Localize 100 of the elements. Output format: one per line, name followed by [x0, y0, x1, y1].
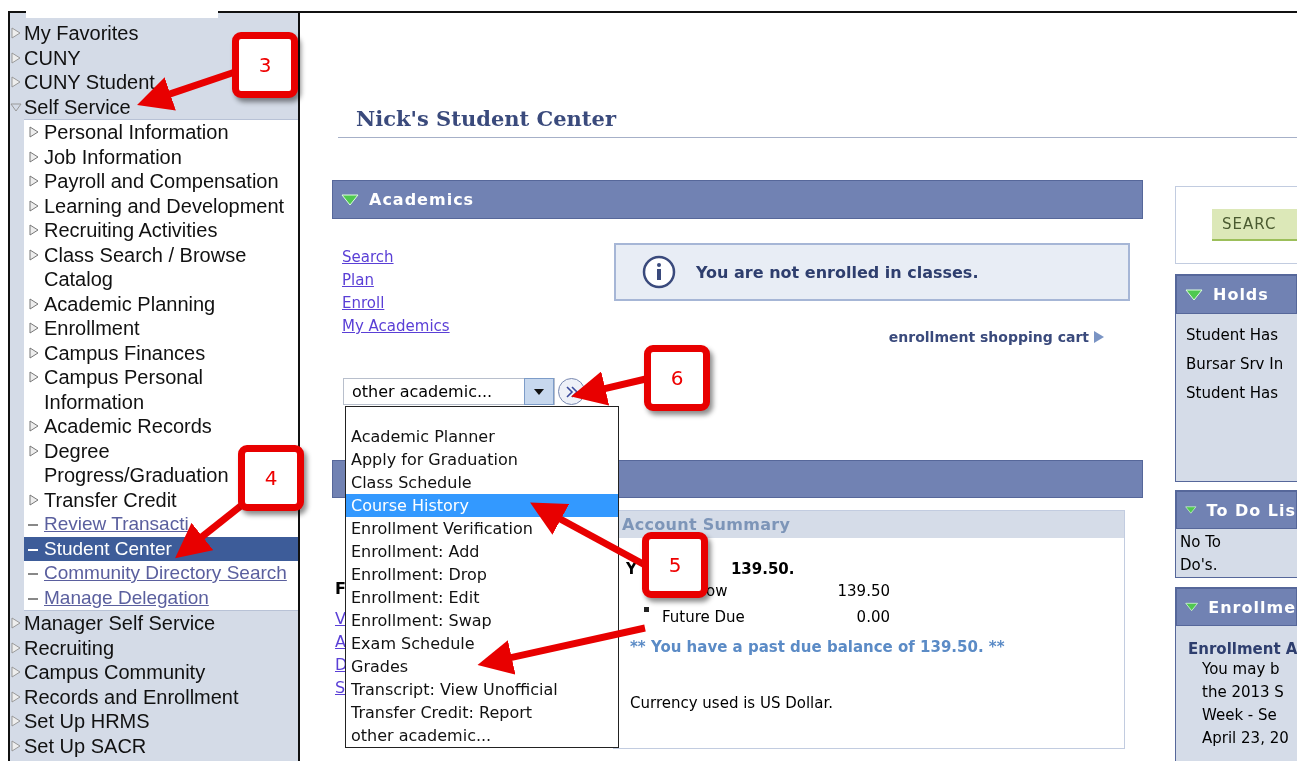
collapse-icon: [1185, 504, 1197, 516]
notice-text: You are not enrolled in classes.: [696, 262, 979, 282]
menu-folder[interactable]: Self Service: [10, 94, 131, 119]
expand-icon: [10, 617, 22, 630]
hold-item[interactable]: Bursar Srv In: [1176, 350, 1297, 379]
menu-folder[interactable]: Set Up HRMS: [10, 709, 150, 734]
nav-link[interactable]: Enroll: [342, 292, 450, 315]
expand-icon: [28, 297, 40, 310]
expand-icon: [28, 420, 40, 432]
dash-icon: [28, 548, 38, 551]
menu-folder[interactable]: Recruiting Activities: [24, 218, 218, 243]
hold-item[interactable]: Student Has: [1176, 321, 1297, 350]
menu-folder[interactable]: Personal Information: [24, 120, 229, 145]
enrollment-text: the 2013 S: [1201, 682, 1285, 703]
expand-icon: [28, 199, 40, 212]
finance-link[interactable]: V: [335, 609, 346, 628]
dash-icon: [28, 524, 38, 526]
expand-icon: [28, 346, 40, 359]
expand-icon: [10, 739, 22, 752]
section-title: Academics: [369, 190, 475, 209]
menu-folder[interactable]: Campus Community: [10, 660, 206, 685]
enrollment-subtitle: Enrollment A: [1187, 639, 1297, 658]
expand-icon: [28, 371, 40, 383]
menu-folder[interactable]: Set Up SACR: [10, 733, 147, 758]
menu-folder[interactable]: Recruiting: [10, 635, 115, 660]
section-title: To Do Lis: [1206, 500, 1296, 520]
menu-folder[interactable]: My Favorites: [10, 21, 139, 46]
caret-icon: [524, 378, 554, 405]
cart-link[interactable]: enrollment shopping cart: [888, 329, 1105, 345]
expand-icon: [28, 493, 40, 506]
menu-link[interactable]: Student Center: [24, 536, 298, 561]
menu-folder[interactable]: Records and Enrollment: [10, 684, 239, 709]
dash-icon: [28, 597, 38, 600]
menu-link[interactable]: Community Directory Search: [24, 561, 298, 586]
expand-icon: [28, 322, 40, 334]
enrollment-text: April 23, 20: [1201, 728, 1290, 749]
expand-icon: [10, 27, 22, 40]
finance-heading: F: [335, 579, 346, 598]
page-title: Nick's Student Center: [338, 13, 1297, 138]
play-icon: [1093, 330, 1105, 344]
balance-text: 139.50.: [730, 560, 795, 578]
step-callout-tooltip: 6: [644, 345, 710, 411]
section-header[interactable]: To Do Lis: [1176, 491, 1297, 529]
hold-item[interactable]: Student Has: [1176, 379, 1297, 408]
info-icon: [642, 255, 676, 289]
select-field[interactable]: other academic...: [343, 378, 555, 405]
menu-folder[interactable]: Enrollment: [24, 316, 140, 341]
currency-note: Currency used is US Dollar.: [630, 694, 835, 712]
menu-folder[interactable]: Job Information: [24, 144, 182, 169]
dash-icon: [28, 573, 38, 575]
finance-link[interactable]: S: [335, 678, 346, 697]
section-header[interactable]: Academics: [332, 180, 1143, 219]
menu-folder[interactable]: Academic Records: [24, 414, 212, 439]
menu-folder[interactable]: Transfer Credit: [24, 487, 177, 512]
enrollment-text: You may b: [1201, 659, 1281, 680]
expand-icon: [10, 690, 22, 703]
expand-icon: [10, 666, 22, 679]
enrollment-text: Week - Se: [1201, 705, 1278, 726]
menu-folder[interactable]: Payroll and Compensation: [24, 169, 279, 194]
card-title: Account Summary: [622, 515, 791, 534]
amount-label: ow: [705, 581, 728, 602]
expand-icon: [10, 641, 22, 654]
nav-link[interactable]: My Academics: [342, 315, 450, 338]
menu-folder[interactable]: Academic Planning: [24, 291, 216, 316]
step-callout-tooltip: 4: [238, 445, 304, 511]
menu-link[interactable]: Review Transacti: [24, 512, 298, 537]
menu-folder[interactable]: Class Search / Browse Catalog: [24, 242, 286, 292]
menu-folder[interactable]: Learning and Development: [24, 193, 285, 218]
section-header[interactable]: Enrollme: [1176, 588, 1297, 626]
expand-icon: [10, 51, 22, 64]
amount-label: Future Due: [662, 607, 745, 628]
finance-link[interactable]: A: [335, 632, 346, 651]
expand-icon: [28, 175, 40, 187]
todo-text: No To Do's.: [1179, 532, 1222, 576]
menu-link[interactable]: Manage Delegation: [24, 585, 298, 610]
expand-icon: [28, 150, 40, 163]
nav-link[interactable]: Plan: [342, 269, 450, 292]
amount-value: 0.00: [855, 607, 890, 628]
collapse-icon: [1185, 288, 1203, 301]
warning-text: ** You have a past due balance of 139.50. **: [630, 638, 1006, 656]
section-title: Holds: [1213, 285, 1269, 304]
step-callout-tooltip: 3: [232, 32, 298, 98]
double-chevron-icon: [564, 385, 579, 398]
menu-folder[interactable]: CUNY Student: [10, 70, 155, 95]
collapse-icon: [10, 100, 22, 113]
search-button[interactable]: SEARC: [1212, 209, 1297, 241]
menu-folder[interactable]: CUNY: [10, 45, 81, 70]
expand-icon: [10, 715, 22, 728]
expand-icon: [28, 248, 40, 261]
section-header[interactable]: Holds: [1176, 275, 1297, 314]
expand-icon: [28, 224, 40, 236]
menu-folder[interactable]: Campus Finances: [24, 340, 206, 365]
menu-folder[interactable]: Manager Self Service: [10, 611, 216, 636]
expand-icon: [28, 444, 40, 457]
section-title: Enrollme: [1208, 597, 1296, 617]
nav-link[interactable]: Search: [342, 246, 450, 269]
expand-icon: [28, 126, 40, 138]
menu-folder[interactable]: Campus Personal Information: [24, 365, 286, 414]
expand-icon: [10, 76, 22, 89]
step-callout-tooltip: 5: [642, 532, 708, 598]
